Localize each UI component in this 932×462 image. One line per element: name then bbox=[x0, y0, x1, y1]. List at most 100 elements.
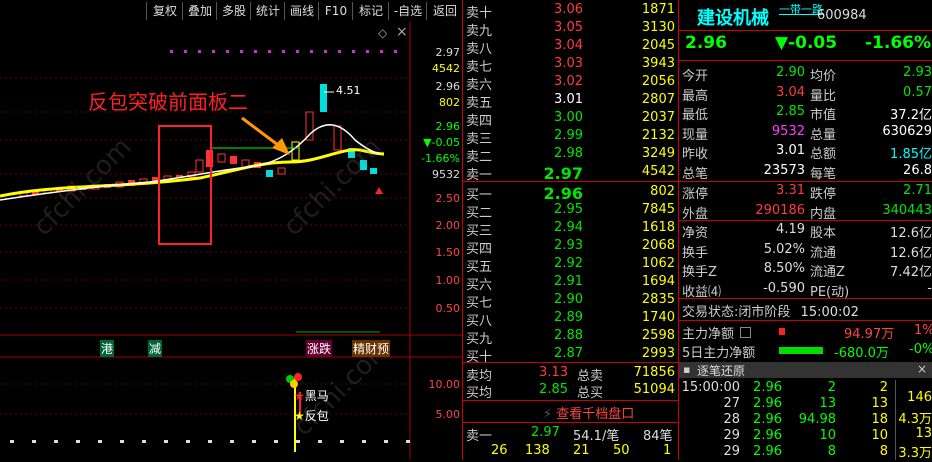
bottom-num: 1 bbox=[663, 443, 672, 458]
sell-row[interactable]: 卖七 3.03 3943 bbox=[463, 56, 679, 75]
tick-menu-icon[interactable]: ▪ bbox=[683, 363, 690, 376]
sell-row[interactable]: 卖二 2.98 3249 bbox=[463, 146, 679, 165]
sell-volume: 4542 bbox=[641, 164, 675, 179]
stat-value: 12.6亿 bbox=[890, 226, 932, 241]
bottom-ask-per: 54.1/笔 bbox=[573, 429, 620, 444]
sell-price: 3.03 bbox=[554, 56, 583, 71]
buy-row[interactable]: 买五 2.92 1062 bbox=[463, 256, 679, 275]
stat-value: 2.90 bbox=[776, 65, 805, 80]
main-net-icon[interactable] bbox=[740, 327, 752, 338]
sell-volume: 3943 bbox=[641, 56, 675, 71]
buy-row[interactable]: 买一 2.96 802 bbox=[463, 184, 679, 203]
candle bbox=[266, 170, 273, 177]
sell-row[interactable]: 卖六 3.02 2056 bbox=[463, 74, 679, 93]
buy-row[interactable]: 买十 2.87 2993 bbox=[463, 346, 679, 365]
bottom-ask-row: 卖一 2.97 54.1/笔 84笔 bbox=[463, 425, 679, 444]
stat-label: 净资 bbox=[682, 226, 709, 241]
magenta-dot bbox=[226, 50, 229, 53]
toolbar-btn-back[interactable]: 返回 bbox=[426, 2, 463, 20]
buy-row[interactable]: 买八 2.89 1740 bbox=[463, 310, 679, 329]
magenta-dot bbox=[212, 50, 215, 53]
sell-row[interactable]: 卖一 2.97 4542 bbox=[463, 164, 679, 183]
magenta-dot bbox=[296, 50, 299, 53]
sell-row[interactable]: 卖八 3.04 2045 bbox=[463, 38, 679, 57]
stat-value: 290186 bbox=[755, 202, 805, 218]
kline-chart[interactable]: ◇ × 反包突破前面板二 4.51 cfchi.com cfchi.com cf… bbox=[0, 22, 462, 460]
sell-row[interactable]: 卖十 3.06 1871 bbox=[463, 2, 679, 21]
toolbar-btn-draw[interactable]: 画线 bbox=[284, 2, 319, 20]
buy-label: 买二 bbox=[466, 206, 493, 221]
bottom-nums-row: 26 138 21 50 1 bbox=[463, 443, 679, 460]
toolbar-btn-stats[interactable]: 统计 bbox=[250, 2, 285, 20]
sell-price: 3.00 bbox=[554, 110, 583, 125]
tick-close-icon[interactable]: × bbox=[917, 362, 927, 376]
stat-label: 最低 bbox=[682, 108, 709, 123]
sell-row[interactable]: 卖三 2.99 2132 bbox=[463, 128, 679, 147]
buy-price: 2.94 bbox=[554, 220, 583, 235]
buy-row[interactable]: 买七 2.90 2835 bbox=[463, 292, 679, 311]
toolbar-btn-restore[interactable]: 复权 bbox=[146, 2, 183, 20]
buy-row[interactable]: 买四 2.93 2068 bbox=[463, 238, 679, 257]
indicator-tick bbox=[296, 440, 300, 443]
tick-volume: 10 bbox=[819, 428, 836, 443]
main-net-label: 主力净额 bbox=[682, 327, 735, 342]
tick-count: 18 bbox=[871, 412, 888, 427]
lightning-icon: ⚡ bbox=[543, 407, 553, 422]
marker-fanbao: ★反包 bbox=[294, 409, 329, 423]
indicator-tick bbox=[54, 440, 58, 443]
sell-price: 2.98 bbox=[554, 146, 583, 161]
axis-label: 802 bbox=[439, 96, 460, 109]
stat-label: 换手 bbox=[682, 245, 709, 261]
close-glyph[interactable]: × bbox=[396, 24, 408, 40]
toolbar-btn-f10[interactable]: F10 bbox=[318, 2, 353, 20]
buy-volume: 2835 bbox=[641, 292, 675, 307]
indicator-axis-label: 10.00 bbox=[428, 378, 461, 391]
magenta-dot bbox=[338, 50, 341, 53]
indicator-tick bbox=[98, 440, 102, 443]
sell-row[interactable]: 卖五 3.01 2807 bbox=[463, 92, 679, 111]
stat-value: 5.02% bbox=[763, 241, 805, 257]
buy-row[interactable]: 买九 2.88 2598 bbox=[463, 328, 679, 347]
stat-label: PE(动) bbox=[810, 284, 850, 300]
last-price: 2.96 bbox=[685, 33, 727, 53]
sell-price: 3.06 bbox=[554, 2, 583, 17]
indicator-tick bbox=[384, 440, 388, 443]
toolbar: 复权 叠加 多股 统计 画线 F10 标记 -自选 返回 bbox=[0, 0, 462, 22]
stat-row: 现量 9532 总量 630629 bbox=[682, 124, 932, 143]
sell-row[interactable]: 卖四 3.00 2037 bbox=[463, 110, 679, 129]
side-value: 4.3万 bbox=[898, 412, 932, 427]
buy-row[interactable]: 买三 2.94 1618 bbox=[463, 220, 679, 239]
view-thousand-button[interactable]: ⚡ 查看千档盘口 bbox=[543, 403, 634, 422]
axis-label: 9532 bbox=[432, 168, 460, 181]
side-value: 146 bbox=[907, 390, 932, 405]
indicator-tick bbox=[406, 440, 410, 443]
buy-volume: 2598 bbox=[641, 328, 675, 343]
buy-row[interactable]: 买二 2.95 7845 bbox=[463, 202, 679, 221]
magenta-dot bbox=[394, 50, 397, 53]
stat-label: 最高 bbox=[682, 88, 709, 104]
sell-price: 2.99 bbox=[554, 128, 583, 143]
buy-price: 2.88 bbox=[554, 328, 583, 343]
buy-label: 买一 bbox=[466, 188, 493, 203]
magenta-dot bbox=[240, 50, 243, 53]
stat-label: 外盘 bbox=[682, 206, 709, 222]
toolbar-btn-watchlist[interactable]: -自选 bbox=[388, 2, 427, 20]
stat-value: 340443 bbox=[882, 202, 932, 218]
axis-label: 2.97 bbox=[435, 46, 461, 59]
sell-row[interactable]: 卖九 3.05 3130 bbox=[463, 20, 679, 39]
candle bbox=[217, 153, 226, 163]
main-net-value: 94.97万 bbox=[844, 327, 895, 342]
stat-value: 0.57 bbox=[903, 84, 932, 100]
bottom-num: 50 bbox=[613, 443, 630, 458]
toolbar-btn-mark[interactable]: 标记 bbox=[352, 2, 389, 20]
buy-row[interactable]: 买六 2.91 1694 bbox=[463, 274, 679, 293]
candle bbox=[320, 84, 327, 112]
collapse-glyph[interactable]: ◇ bbox=[378, 26, 387, 40]
buy-label: 买五 bbox=[466, 260, 493, 275]
toolbar-btn-overlay[interactable]: 叠加 bbox=[182, 2, 217, 20]
tick-title: 逐笔还原 bbox=[697, 364, 746, 378]
stat-label: 量比 bbox=[810, 88, 837, 104]
trade-status-row: 交易状态:闭市阶段 15:00:02 bbox=[682, 301, 859, 320]
toolbar-btn-multi[interactable]: 多股 bbox=[216, 2, 251, 20]
stat-label: 内盘 bbox=[810, 206, 837, 222]
